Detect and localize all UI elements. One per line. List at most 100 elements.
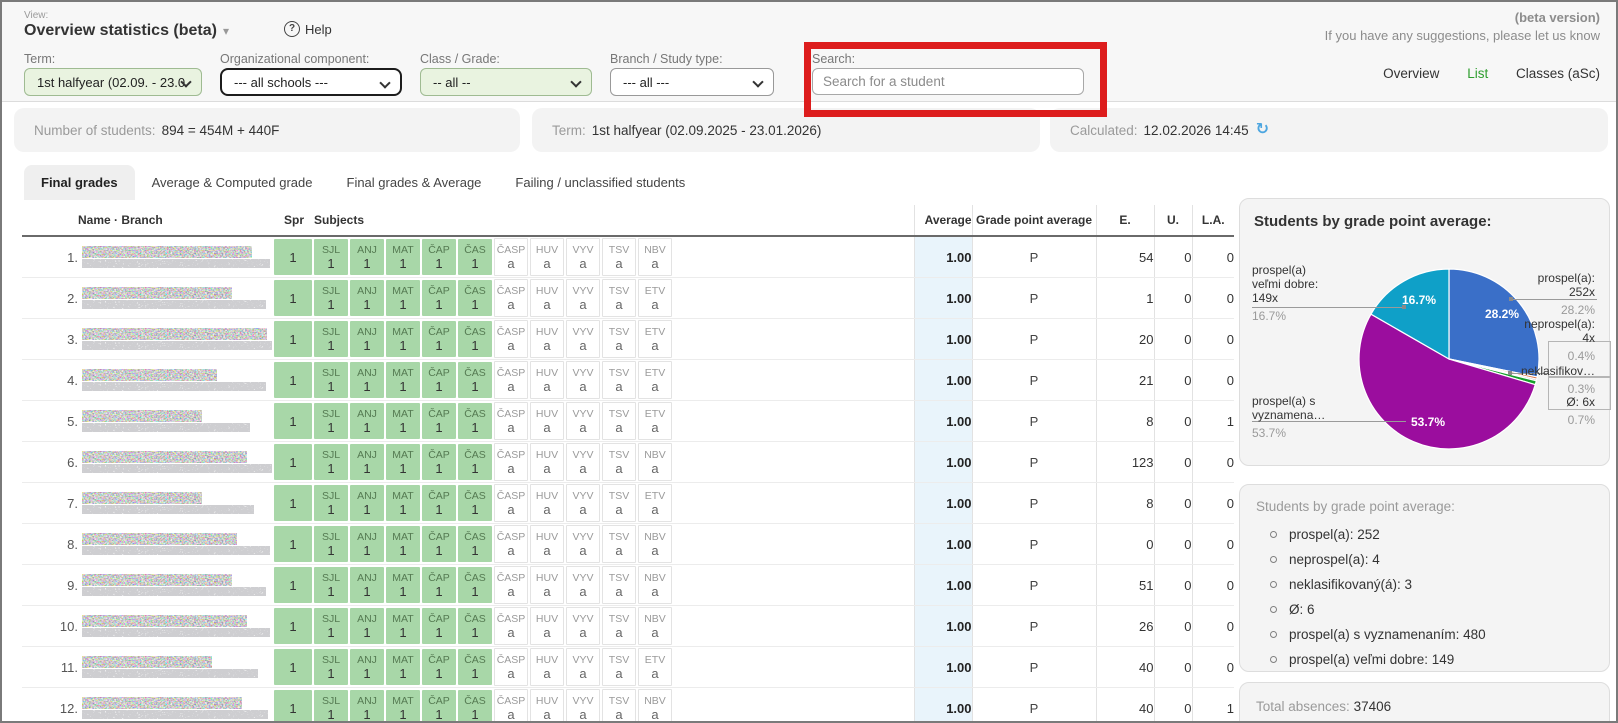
subject-cell: VYVa [566,483,602,524]
tab-failing-unclassified[interactable]: Failing / unclassified students [498,165,702,200]
subject-cell: MAT1 [386,483,422,524]
subject-grade: ČAS1 [458,403,492,439]
tab-final-grades[interactable]: Final grades [24,165,135,200]
col-header-average: Average [914,205,972,236]
excused-value: 26 [1096,606,1154,647]
class-grade-select[interactable]: -- all -- [420,68,592,96]
subject-grade: MAT1 [386,321,420,357]
average-value: 1.00 [914,278,972,319]
row-number: 12. [22,688,78,723]
subject-cell: VYVa [566,647,602,688]
student-name-cell [78,442,274,483]
subject-grade: ČASPa [494,525,528,563]
col-header-spr: Spr [274,205,314,236]
subject-cell: ANJ1 [350,647,386,688]
col-header-late: L.A. [1192,205,1234,236]
unexcused-value: 0 [1154,483,1192,524]
chevron-down-icon [570,76,581,87]
pie-chart-panel: Students by grade point average: 16.7% 2… [1239,198,1610,466]
subject-cell: SJL1 [314,319,350,360]
table-row[interactable]: 6.1SJL1ANJ1MAT1ČAP1ČAS1ČASPaHUVaVYVaTSVa… [22,442,1234,483]
table-row[interactable]: 1.1SJL1ANJ1MAT1ČAP1ČAS1ČASPaHUVaVYVaTSVa… [22,236,1234,278]
term-select[interactable]: 1st halfyear (02.09. - 23.0 [24,68,202,96]
subject-cell: TSVa [602,442,638,483]
subject-cell: NBVa [638,565,674,606]
redacted-student-name [82,369,217,381]
nav-overview[interactable]: Overview [1383,66,1439,81]
subject-grade: TSVa [602,279,636,317]
subject-grade: ČAP1 [422,608,456,644]
page-title-dropdown[interactable]: Overview statistics (beta)▾ [24,22,229,40]
excused-value: 1 [1096,278,1154,319]
table-row[interactable]: 8.1SJL1ANJ1MAT1ČAP1ČAS1ČASPaHUVaVYVaTSVa… [22,524,1234,565]
excused-value: 0 [1096,524,1154,565]
help-button[interactable]: ? Help [284,21,332,37]
spr-cell: 1 [274,606,314,647]
table-row[interactable]: 7.1SJL1ANJ1MAT1ČAP1ČAS1ČASPaHUVaVYVaTSVa… [22,483,1234,524]
subject-grade: TSVa [602,361,636,399]
row-number: 3. [22,319,78,360]
chevron-down-icon [379,77,390,88]
tab-average-computed[interactable]: Average & Computed grade [135,165,330,200]
table-row[interactable]: 3.1SJL1ANJ1MAT1ČAP1ČAS1ČASPaHUVaVYVaTSVa… [22,319,1234,360]
subject-grade: HUVa [530,320,564,358]
subject-cell: ETVa [638,401,674,442]
grades-table: Name · Branch Spr Subjects Average Grade… [22,205,1234,723]
bullet-icon [1270,606,1277,613]
spr-value: 1 [274,444,312,480]
subject-grade: ČAS1 [458,444,492,480]
table-row[interactable]: 11.1SJL1ANJ1MAT1ČAP1ČAS1ČASPaHUVaVYVaTSV… [22,647,1234,688]
subject-grade: HUVa [530,566,564,604]
table-row[interactable]: 10.1SJL1ANJ1MAT1ČAP1ČAS1ČASPaHUVaVYVaTSV… [22,606,1234,647]
callout-vyznamenanim: prospel(a) s vyznamena… 53.7% [1252,394,1362,440]
late-value: 0 [1192,647,1234,688]
subject-grade: ČAP1 [422,485,456,521]
nav-classes[interactable]: Classes (aSc) [1516,66,1600,81]
callout-average: Ø: 6x 0.7% [1475,395,1595,427]
unexcused-value: 0 [1154,319,1192,360]
student-name-cell [78,360,274,401]
average-value: 1.00 [914,360,972,401]
subject-cell: TSVa [602,565,638,606]
bullet-icon [1270,581,1277,588]
redacted-branch [82,505,254,514]
subject-grade: VYVa [566,484,600,522]
unexcused-value: 0 [1154,401,1192,442]
chevron-down-icon [752,76,763,87]
subject-cell: ČASPa [494,401,530,442]
table-header-row: Name · Branch Spr Subjects Average Grade… [22,205,1234,236]
table-row[interactable]: 9.1SJL1ANJ1MAT1ČAP1ČAS1ČASPaHUVaVYVaTSVa… [22,565,1234,606]
subject-cell: ČASPa [494,688,530,723]
spr-value: 1 [274,649,312,685]
subject-grade: ANJ1 [350,526,384,562]
refresh-icon[interactable]: ↻ [1256,122,1269,138]
subject-grade: ANJ1 [350,690,384,723]
search-input[interactable] [812,68,1084,95]
nav-list[interactable]: List [1467,66,1488,81]
subject-cell: ČAP1 [422,236,458,278]
subject-grade: ETVa [638,361,672,399]
redacted-student-name [82,697,242,709]
branch-study-select[interactable]: --- all --- [610,68,774,96]
org-component-select[interactable]: --- all schools --- [220,68,402,96]
subject-cell: ČAP1 [422,688,458,723]
table-row[interactable]: 4.1SJL1ANJ1MAT1ČAP1ČAS1ČASPaHUVaVYVaTSVa… [22,360,1234,401]
unexcused-value: 0 [1154,606,1192,647]
tab-final-grades-average[interactable]: Final grades & Average [330,165,499,200]
subject-cell: NBVa [638,524,674,565]
top-bar: View: Overview statistics (beta)▾ ? Help… [2,2,1616,102]
spacer-cell [674,319,914,360]
redacted-branch [82,587,266,596]
subject-grade: NBVa [638,238,672,276]
table-row[interactable]: 5.1SJL1ANJ1MAT1ČAP1ČAS1ČASPaHUVaVYVaTSVa… [22,401,1234,442]
table-row[interactable]: 12.1SJL1ANJ1MAT1ČAP1ČAS1ČASPaHUVaVYVaTSV… [22,688,1234,723]
row-number: 5. [22,401,78,442]
average-value: 1.00 [914,442,972,483]
subject-cell: MAT1 [386,565,422,606]
subject-grade: VYVa [566,443,600,481]
subject-grade: HUVa [530,689,564,723]
gpa-value: P [972,278,1096,319]
subject-grade: ČAP1 [422,280,456,316]
table-row[interactable]: 2.1SJL1ANJ1MAT1ČAP1ČAS1ČASPaHUVaVYVaTSVa… [22,278,1234,319]
subject-cell: ČAS1 [458,606,494,647]
